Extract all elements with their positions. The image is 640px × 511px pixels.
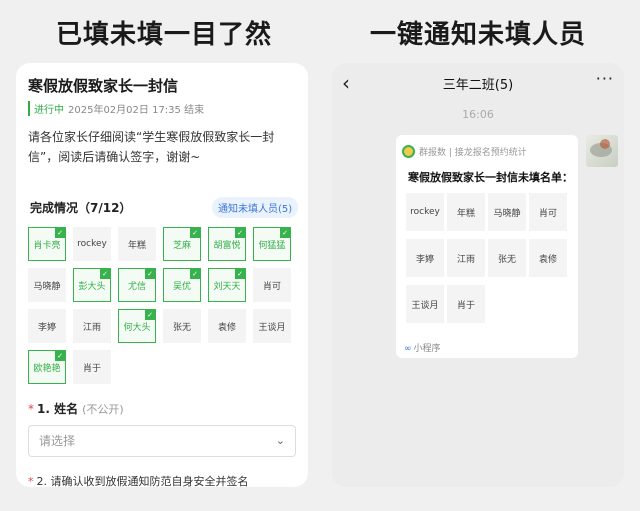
roster-cell-done: 吴优 ✓	[163, 268, 201, 302]
roster-cell-pending: 袁修	[208, 309, 246, 343]
progress-label: 完成情况（7/12）	[30, 201, 132, 215]
roster-cell-pending: 李婷	[28, 309, 66, 343]
roster-cell-pending: 肖可	[253, 268, 291, 302]
mini-program-icon: ∞	[404, 344, 412, 354]
pending-name: 马晓静	[488, 193, 526, 231]
card-footer: ∞ 小程序	[404, 341, 441, 354]
card-footer-label: 小程序	[413, 344, 441, 354]
pending-name: 年糕	[447, 193, 485, 231]
roster-cell-pending: 肖于	[73, 350, 111, 384]
app-logo-icon	[402, 145, 415, 158]
pending-name: 袁修	[529, 239, 567, 277]
roster-cell-done: 尤信 ✓	[118, 268, 156, 302]
status-row: 进行中 2025年02月02日 17:35 结束	[28, 101, 204, 116]
chat-title: 三年二班(5)	[442, 78, 514, 93]
roster-cell-pending: 年糕	[118, 227, 156, 261]
check-icon: ✓	[235, 228, 245, 238]
roster-cell-done: 芝麻 ✓	[163, 227, 201, 261]
name-select[interactable]: 请选择 ⌄	[28, 425, 296, 457]
chevron-down-icon: ⌄	[275, 434, 285, 447]
form-panel: 寒假放假致家长一封信 进行中 2025年02月02日 17:35 结束 请各位家…	[16, 63, 308, 487]
pending-name: rockey	[406, 193, 444, 231]
pending-name: 张无	[488, 239, 526, 277]
question-name-label: 1. 姓名	[37, 402, 79, 416]
chat-panel: ‹ 三年二班(5) ··· 16:06 群报数 | 接龙报名预约统计 寒假放假致…	[332, 63, 624, 487]
pending-name: 江雨	[447, 239, 485, 277]
check-icon: ✓	[55, 228, 65, 238]
required-mark: *	[28, 402, 34, 416]
headline-right: 一键通知未填人员	[370, 20, 587, 50]
notify-unfilled-button[interactable]: 通知未填人员(5)	[212, 197, 299, 218]
notice-body: 请各位家长仔细阅读“学生寒假放假致家长一封信”，阅读后请确认签字，谢谢~	[28, 130, 275, 164]
check-icon: ✓	[190, 228, 200, 238]
name-select-placeholder: 请选择	[39, 434, 76, 448]
question-confirm: * 2. 请确认收到放假通知防范自身安全并签名	[28, 473, 249, 487]
mini-program-card[interactable]: 群报数 | 接龙报名预约统计 寒假放假致家长一封信未填名单： rockey 年糕马…	[396, 135, 578, 358]
pending-name: 肖于	[447, 285, 485, 323]
check-icon: ✓	[55, 351, 65, 361]
roster-cell-done: 何大头 ✓	[118, 309, 156, 343]
question-name-hint: (不公开)	[82, 403, 124, 416]
check-icon: ✓	[100, 269, 110, 279]
roster-cell-done: 何猛猛 ✓	[253, 227, 291, 261]
check-icon: ✓	[190, 269, 200, 279]
check-icon: ✓	[145, 310, 155, 320]
check-icon: ✓	[235, 269, 245, 279]
roster-cell-done: 欧艳艳 ✓	[28, 350, 66, 384]
roster-cell-done: 彭大头 ✓	[73, 268, 111, 302]
card-title: 寒假放假致家长一封信未填名单：	[408, 171, 573, 184]
required-mark: *	[28, 475, 34, 487]
roster-cell-pending: 王谈月	[253, 309, 291, 343]
roster-cell-done: 胡富悦 ✓	[208, 227, 246, 261]
deadline-text: 2025年02月02日 17:35 结束	[68, 105, 205, 116]
status-badge: 进行中	[28, 101, 64, 116]
roster-cell-done: 肖卡亮 ✓	[28, 227, 66, 261]
chat-timestamp: 16:06	[462, 108, 494, 121]
card-header: 群报数 | 接龙报名预约统计	[402, 145, 527, 158]
pending-name: 肖可	[529, 193, 567, 231]
headline-left: 已填未填一目了然	[56, 20, 273, 50]
roster-cell-pending: 马晓静	[28, 268, 66, 302]
check-icon: ✓	[145, 269, 155, 279]
roster-cell-pending: 江雨	[73, 309, 111, 343]
pending-name: 王谈月	[406, 285, 444, 323]
more-dots-icon[interactable]: ···	[596, 69, 614, 88]
avatar[interactable]	[586, 135, 618, 167]
pending-name: 李婷	[406, 239, 444, 277]
roster-cell-done: 刘天天 ✓	[208, 268, 246, 302]
notice-title: 寒假放假致家长一封信	[28, 77, 179, 95]
roster-cell-pending: 张无	[163, 309, 201, 343]
question-confirm-label: 2. 请确认收到放假通知防范自身安全并签名	[36, 475, 249, 487]
question-name: * 1. 姓名 (不公开)	[28, 400, 124, 417]
check-icon: ✓	[280, 228, 290, 238]
card-source: 群报数 | 接龙报名预约统计	[419, 148, 527, 158]
roster-cell-pending: rockey	[73, 227, 111, 261]
